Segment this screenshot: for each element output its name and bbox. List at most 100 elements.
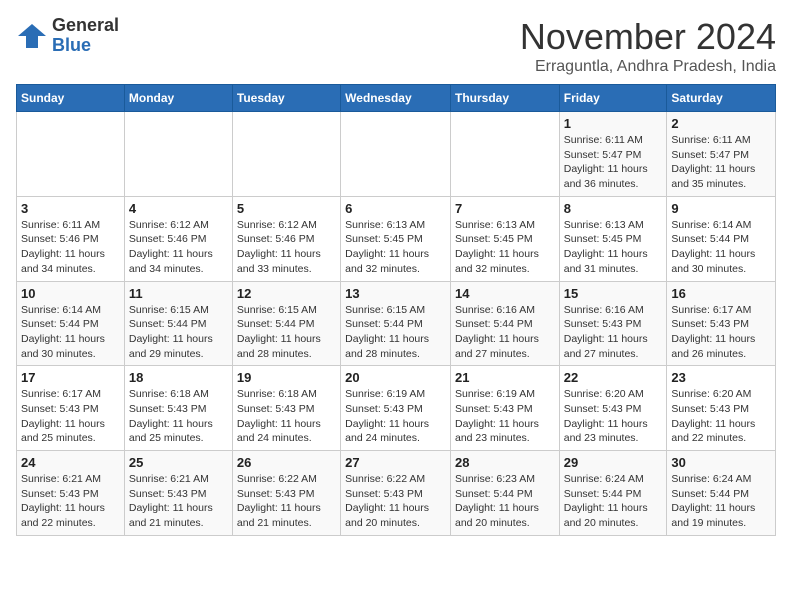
month-title: November 2024 — [520, 16, 776, 58]
header-friday: Friday — [559, 85, 667, 112]
logo-text: General Blue — [52, 16, 119, 56]
day-info: Sunrise: 6:19 AM Sunset: 5:43 PM Dayligh… — [455, 387, 555, 446]
day-number: 30 — [671, 455, 771, 470]
week-row-0: 1 Sunrise: 6:11 AM Sunset: 5:47 PM Daylig… — [17, 112, 776, 197]
day-cell — [232, 112, 340, 197]
day-cell: 26 Sunrise: 6:22 AM Sunset: 5:43 PM Dayli… — [232, 451, 340, 536]
day-info: Sunrise: 6:21 AM Sunset: 5:43 PM Dayligh… — [21, 472, 120, 531]
day-number: 7 — [455, 201, 555, 216]
day-cell: 20Sunrise: 6:19 AM Sunset: 5:43 PM Dayli… — [341, 366, 451, 451]
day-info: Sunrise: 6:22 AM Sunset: 5:43 PM Dayligh… — [345, 472, 446, 531]
day-info: Sunrise: 6:20 AM Sunset: 5:43 PM Dayligh… — [671, 387, 771, 446]
day-info: Sunrise: 6:23 AM Sunset: 5:44 PM Dayligh… — [455, 472, 555, 531]
day-cell: 2 Sunrise: 6:11 AM Sunset: 5:47 PM Daylig… — [667, 112, 776, 197]
week-row-1: 3Sunrise: 6:11 AM Sunset: 5:46 PM Daylig… — [17, 196, 776, 281]
day-info: Sunrise: 6:18 AM Sunset: 5:43 PM Dayligh… — [129, 387, 228, 446]
day-info: Sunrise: 6:15 AM Sunset: 5:44 PM Dayligh… — [237, 303, 336, 362]
day-number: 24 — [21, 455, 120, 470]
day-number: 29 — [564, 455, 663, 470]
day-info: Sunrise: 6:11 AM Sunset: 5:47 PM Dayligh… — [564, 133, 663, 192]
day-cell: 25Sunrise: 6:21 AM Sunset: 5:43 PM Dayli… — [124, 451, 232, 536]
day-cell: 22Sunrise: 6:20 AM Sunset: 5:43 PM Dayli… — [559, 366, 667, 451]
header-sunday: Sunday — [17, 85, 125, 112]
header-saturday: Saturday — [667, 85, 776, 112]
day-number: 12 — [237, 286, 336, 301]
day-info: Sunrise: 6:14 AM Sunset: 5:44 PM Dayligh… — [21, 303, 120, 362]
day-number: 3 — [21, 201, 120, 216]
day-info: Sunrise: 6:12 AM Sunset: 5:46 PM Dayligh… — [129, 218, 228, 277]
day-info: Sunrise: 6:13 AM Sunset: 5:45 PM Dayligh… — [564, 218, 663, 277]
day-cell: 5Sunrise: 6:12 AM Sunset: 5:46 PM Daylig… — [232, 196, 340, 281]
day-cell — [17, 112, 125, 197]
day-info: Sunrise: 6:13 AM Sunset: 5:45 PM Dayligh… — [455, 218, 555, 277]
day-number: 8 — [564, 201, 663, 216]
day-number: 15 — [564, 286, 663, 301]
day-number: 16 — [671, 286, 771, 301]
day-cell: 6 Sunrise: 6:13 AM Sunset: 5:45 PM Daylig… — [341, 196, 451, 281]
day-number: 1 — [564, 116, 663, 131]
day-cell — [450, 112, 559, 197]
day-number: 20 — [345, 370, 446, 385]
day-info: Sunrise: 6:15 AM Sunset: 5:44 PM Dayligh… — [129, 303, 228, 362]
day-info: Sunrise: 6:18 AM Sunset: 5:43 PM Dayligh… — [237, 387, 336, 446]
day-number: 22 — [564, 370, 663, 385]
day-info: Sunrise: 6:16 AM Sunset: 5:43 PM Dayligh… — [564, 303, 663, 362]
day-cell: 8 Sunrise: 6:13 AM Sunset: 5:45 PM Daylig… — [559, 196, 667, 281]
logo-blue-text: Blue — [52, 36, 119, 56]
day-cell: 10 Sunrise: 6:14 AM Sunset: 5:44 PM Dayli… — [17, 281, 125, 366]
week-row-3: 17Sunrise: 6:17 AM Sunset: 5:43 PM Dayli… — [17, 366, 776, 451]
day-cell: 4 Sunrise: 6:12 AM Sunset: 5:46 PM Daylig… — [124, 196, 232, 281]
day-number: 21 — [455, 370, 555, 385]
day-cell: 30 Sunrise: 6:24 AM Sunset: 5:44 PM Dayli… — [667, 451, 776, 536]
day-number: 23 — [671, 370, 771, 385]
logo: General Blue — [16, 16, 119, 56]
day-cell: 9Sunrise: 6:14 AM Sunset: 5:44 PM Daylig… — [667, 196, 776, 281]
day-cell: 29 Sunrise: 6:24 AM Sunset: 5:44 PM Dayli… — [559, 451, 667, 536]
day-info: Sunrise: 6:17 AM Sunset: 5:43 PM Dayligh… — [671, 303, 771, 362]
header-tuesday: Tuesday — [232, 85, 340, 112]
day-info: Sunrise: 6:21 AM Sunset: 5:43 PM Dayligh… — [129, 472, 228, 531]
day-info: Sunrise: 6:24 AM Sunset: 5:44 PM Dayligh… — [671, 472, 771, 531]
day-number: 2 — [671, 116, 771, 131]
day-number: 18 — [129, 370, 228, 385]
day-number: 14 — [455, 286, 555, 301]
day-cell: 12 Sunrise: 6:15 AM Sunset: 5:44 PM Dayli… — [232, 281, 340, 366]
calendar: SundayMondayTuesdayWednesdayThursdayFrid… — [16, 84, 776, 536]
day-info: Sunrise: 6:17 AM Sunset: 5:43 PM Dayligh… — [21, 387, 120, 446]
week-row-2: 10 Sunrise: 6:14 AM Sunset: 5:44 PM Dayli… — [17, 281, 776, 366]
day-cell: 3Sunrise: 6:11 AM Sunset: 5:46 PM Daylig… — [17, 196, 125, 281]
day-info: Sunrise: 6:22 AM Sunset: 5:43 PM Dayligh… — [237, 472, 336, 531]
day-cell: 16 Sunrise: 6:17 AM Sunset: 5:43 PM Dayli… — [667, 281, 776, 366]
day-number: 10 — [21, 286, 120, 301]
day-cell: 13 Sunrise: 6:15 AM Sunset: 5:44 PM Dayli… — [341, 281, 451, 366]
header: General Blue November 2024 Erraguntla, A… — [16, 16, 776, 76]
header-thursday: Thursday — [450, 85, 559, 112]
calendar-header: SundayMondayTuesdayWednesdayThursdayFrid… — [17, 85, 776, 112]
day-number: 11 — [129, 286, 228, 301]
day-cell: 7 Sunrise: 6:13 AM Sunset: 5:45 PM Daylig… — [450, 196, 559, 281]
calendar-body: 1 Sunrise: 6:11 AM Sunset: 5:47 PM Daylig… — [17, 112, 776, 536]
day-number: 6 — [345, 201, 446, 216]
day-info: Sunrise: 6:15 AM Sunset: 5:44 PM Dayligh… — [345, 303, 446, 362]
day-cell: 11 Sunrise: 6:15 AM Sunset: 5:44 PM Dayli… — [124, 281, 232, 366]
day-info: Sunrise: 6:24 AM Sunset: 5:44 PM Dayligh… — [564, 472, 663, 531]
day-number: 27 — [345, 455, 446, 470]
day-number: 13 — [345, 286, 446, 301]
day-number: 28 — [455, 455, 555, 470]
day-info: Sunrise: 6:11 AM Sunset: 5:47 PM Dayligh… — [671, 133, 771, 192]
day-cell: 15 Sunrise: 6:16 AM Sunset: 5:43 PM Dayli… — [559, 281, 667, 366]
day-info: Sunrise: 6:13 AM Sunset: 5:45 PM Dayligh… — [345, 218, 446, 277]
location-title: Erraguntla, Andhra Pradesh, India — [520, 58, 776, 76]
day-info: Sunrise: 6:16 AM Sunset: 5:44 PM Dayligh… — [455, 303, 555, 362]
day-cell: 1 Sunrise: 6:11 AM Sunset: 5:47 PM Daylig… — [559, 112, 667, 197]
day-number: 26 — [237, 455, 336, 470]
day-cell: 27 Sunrise: 6:22 AM Sunset: 5:43 PM Dayli… — [341, 451, 451, 536]
week-row-4: 24 Sunrise: 6:21 AM Sunset: 5:43 PM Dayli… — [17, 451, 776, 536]
day-number: 4 — [129, 201, 228, 216]
day-number: 19 — [237, 370, 336, 385]
day-cell: 28 Sunrise: 6:23 AM Sunset: 5:44 PM Dayli… — [450, 451, 559, 536]
day-cell — [341, 112, 451, 197]
title-area: November 2024 Erraguntla, Andhra Pradesh… — [520, 16, 776, 76]
day-cell: 19 Sunrise: 6:18 AM Sunset: 5:43 PM Dayli… — [232, 366, 340, 451]
day-cell: 21 Sunrise: 6:19 AM Sunset: 5:43 PM Dayli… — [450, 366, 559, 451]
